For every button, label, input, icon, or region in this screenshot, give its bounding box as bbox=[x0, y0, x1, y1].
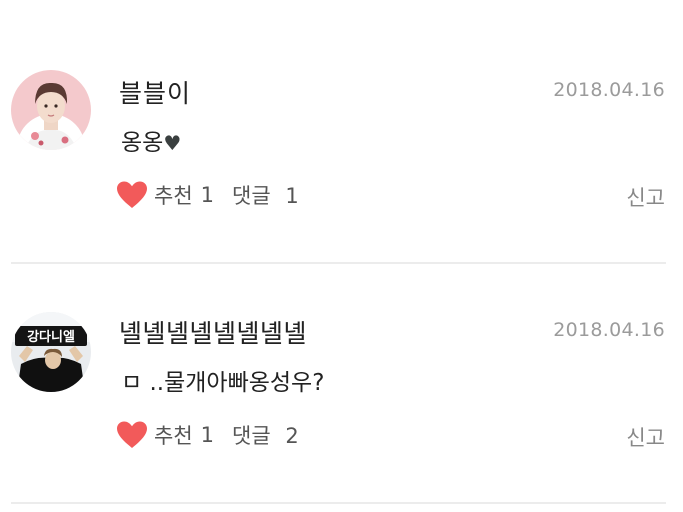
heart-icon bbox=[117, 421, 147, 448]
avatar-photo: 강다니엘 bbox=[11, 312, 91, 392]
reply-button[interactable]: 댓글 1 bbox=[232, 180, 299, 210]
comment-date: 2018.04.16 bbox=[553, 319, 665, 341]
avatar-photo bbox=[11, 70, 91, 150]
reply-label: 댓글 bbox=[232, 424, 271, 448]
comment-actions: 추천 1 댓글 1 bbox=[116, 180, 299, 210]
like-count: 1 bbox=[200, 183, 215, 207]
comment-text: ㅁ ..물개아빠옹성우? bbox=[121, 363, 324, 397]
avatar[interactable] bbox=[11, 70, 91, 150]
avatar[interactable]: 강다니엘 bbox=[11, 312, 91, 392]
avatar-sign-text: 강다니엘 bbox=[27, 329, 75, 345]
comment-text-content: 옹옹 bbox=[121, 130, 164, 156]
comment-item: 블블이 2018.04.16 옹옹♥ 추천 1 댓글 1 신고 bbox=[0, 24, 683, 264]
comment-actions: 추천 1 댓글 2 bbox=[116, 420, 299, 450]
reply-count: 2 bbox=[285, 424, 299, 448]
comment-username[interactable]: 녤녤녤녤녤녤녤녤 bbox=[119, 314, 307, 350]
heart-emoji-icon: ♥ bbox=[163, 131, 182, 155]
comment-text: 옹옹♥ bbox=[121, 123, 181, 157]
heart-icon bbox=[117, 181, 147, 208]
comment-text-content: ㅁ ..물개아빠옹성우? bbox=[121, 370, 325, 396]
like-count: 1 bbox=[200, 423, 215, 447]
comment-username[interactable]: 블블이 bbox=[119, 74, 191, 110]
like-label: 추천 bbox=[154, 184, 193, 208]
divider bbox=[11, 502, 666, 504]
reply-label: 댓글 bbox=[232, 184, 271, 208]
like-button[interactable]: 추천 1 bbox=[116, 420, 214, 450]
comment-date: 2018.04.16 bbox=[553, 79, 665, 101]
report-button[interactable]: 신고 bbox=[626, 422, 665, 452]
reply-count: 1 bbox=[285, 184, 299, 208]
like-button[interactable]: 추천 1 bbox=[116, 180, 214, 210]
like-label: 추천 bbox=[154, 424, 193, 448]
comment-item: 강다니엘 녤녤녤녤녤녤녤녤 2018.04.16 ㅁ ..물개아빠옹성우? 추천… bbox=[0, 264, 683, 504]
reply-button[interactable]: 댓글 2 bbox=[232, 420, 299, 450]
report-button[interactable]: 신고 bbox=[626, 182, 665, 212]
